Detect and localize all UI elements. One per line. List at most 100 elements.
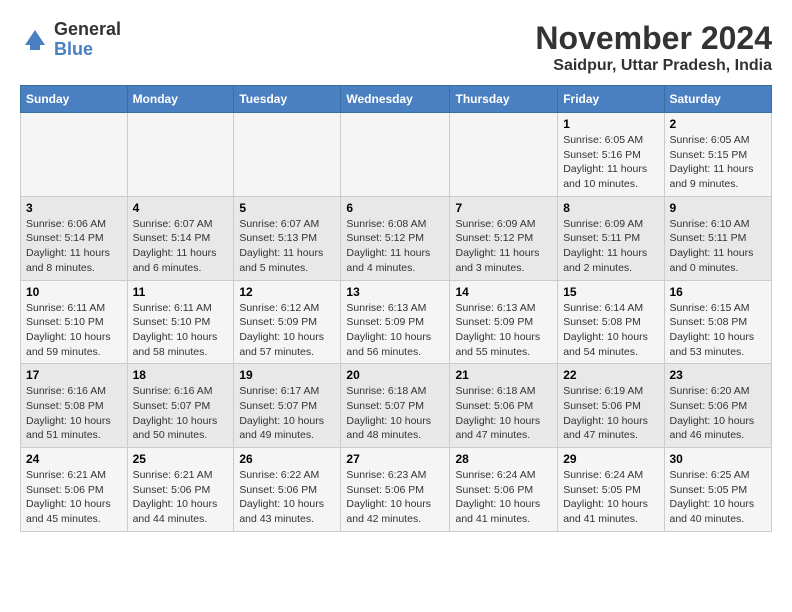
day-info: Sunrise: 6:24 AMSunset: 5:05 PMDaylight:…	[563, 468, 658, 527]
day-info: Sunrise: 6:12 AMSunset: 5:09 PMDaylight:…	[239, 301, 335, 360]
col-sunday: Sunday	[21, 86, 128, 113]
month-title: November 2024	[535, 20, 772, 57]
calendar-week-2: 3 Sunrise: 6:06 AMSunset: 5:14 PMDaylight…	[21, 196, 772, 280]
day-info: Sunrise: 6:24 AMSunset: 5:06 PMDaylight:…	[455, 468, 552, 527]
calendar-week-1: 1 Sunrise: 6:05 AMSunset: 5:16 PMDaylight…	[21, 113, 772, 197]
day-info: Sunrise: 6:09 AMSunset: 5:11 PMDaylight:…	[563, 217, 658, 276]
day-info: Sunrise: 6:07 AMSunset: 5:13 PMDaylight:…	[239, 217, 335, 276]
calendar-cell: 1 Sunrise: 6:05 AMSunset: 5:16 PMDaylight…	[558, 113, 664, 197]
calendar-cell: 22 Sunrise: 6:19 AMSunset: 5:06 PMDayligh…	[558, 364, 664, 448]
calendar-header-row: Sunday Monday Tuesday Wednesday Thursday…	[21, 86, 772, 113]
logo-blue: Blue	[54, 40, 121, 60]
day-number: 2	[670, 117, 767, 131]
day-number: 26	[239, 452, 335, 466]
col-tuesday: Tuesday	[234, 86, 341, 113]
calendar-cell: 15 Sunrise: 6:14 AMSunset: 5:08 PMDayligh…	[558, 280, 664, 364]
day-info: Sunrise: 6:09 AMSunset: 5:12 PMDaylight:…	[455, 217, 552, 276]
day-number: 12	[239, 285, 335, 299]
calendar-cell: 20 Sunrise: 6:18 AMSunset: 5:07 PMDayligh…	[341, 364, 450, 448]
day-number: 17	[26, 368, 122, 382]
page-header: General Blue November 2024 Saidpur, Utta…	[20, 20, 772, 75]
day-info: Sunrise: 6:15 AMSunset: 5:08 PMDaylight:…	[670, 301, 767, 360]
calendar-cell: 14 Sunrise: 6:13 AMSunset: 5:09 PMDayligh…	[450, 280, 558, 364]
day-number: 9	[670, 201, 767, 215]
day-info: Sunrise: 6:19 AMSunset: 5:06 PMDaylight:…	[563, 384, 658, 443]
day-number: 4	[133, 201, 229, 215]
day-number: 20	[346, 368, 444, 382]
day-info: Sunrise: 6:16 AMSunset: 5:07 PMDaylight:…	[133, 384, 229, 443]
logo: General Blue	[20, 20, 121, 60]
day-info: Sunrise: 6:16 AMSunset: 5:08 PMDaylight:…	[26, 384, 122, 443]
day-info: Sunrise: 6:20 AMSunset: 5:06 PMDaylight:…	[670, 384, 767, 443]
day-info: Sunrise: 6:06 AMSunset: 5:14 PMDaylight:…	[26, 217, 122, 276]
day-number: 23	[670, 368, 767, 382]
calendar-cell: 18 Sunrise: 6:16 AMSunset: 5:07 PMDayligh…	[127, 364, 234, 448]
calendar-cell: 5Sunrise: 6:07 AMSunset: 5:13 PMDaylight…	[234, 196, 341, 280]
day-number: 7	[455, 201, 552, 215]
calendar-cell: 2 Sunrise: 6:05 AMSunset: 5:15 PMDaylight…	[664, 113, 772, 197]
day-info: Sunrise: 6:25 AMSunset: 5:05 PMDaylight:…	[670, 468, 767, 527]
day-info: Sunrise: 6:14 AMSunset: 5:08 PMDaylight:…	[563, 301, 658, 360]
day-number: 24	[26, 452, 122, 466]
col-friday: Friday	[558, 86, 664, 113]
day-number: 8	[563, 201, 658, 215]
day-info: Sunrise: 6:18 AMSunset: 5:06 PMDaylight:…	[455, 384, 552, 443]
calendar-cell: 10 Sunrise: 6:11 AMSunset: 5:10 PMDayligh…	[21, 280, 128, 364]
col-wednesday: Wednesday	[341, 86, 450, 113]
day-info: Sunrise: 6:10 AMSunset: 5:11 PMDaylight:…	[670, 217, 767, 276]
calendar-cell: 12 Sunrise: 6:12 AMSunset: 5:09 PMDayligh…	[234, 280, 341, 364]
calendar-cell: 30Sunrise: 6:25 AMSunset: 5:05 PMDayligh…	[664, 448, 772, 532]
calendar-week-5: 24 Sunrise: 6:21 AMSunset: 5:06 PMDayligh…	[21, 448, 772, 532]
calendar-cell	[450, 113, 558, 197]
day-number: 15	[563, 285, 658, 299]
day-info: Sunrise: 6:21 AMSunset: 5:06 PMDaylight:…	[133, 468, 229, 527]
day-info: Sunrise: 6:11 AMSunset: 5:10 PMDaylight:…	[26, 301, 122, 360]
calendar-cell: 9 Sunrise: 6:10 AMSunset: 5:11 PMDaylight…	[664, 196, 772, 280]
day-number: 13	[346, 285, 444, 299]
calendar-table: Sunday Monday Tuesday Wednesday Thursday…	[20, 85, 772, 532]
calendar-cell: 6Sunrise: 6:08 AMSunset: 5:12 PMDaylight…	[341, 196, 450, 280]
day-number: 29	[563, 452, 658, 466]
calendar-cell: 7 Sunrise: 6:09 AMSunset: 5:12 PMDaylight…	[450, 196, 558, 280]
day-number: 22	[563, 368, 658, 382]
logo-icon	[20, 25, 50, 55]
logo-general: General	[54, 20, 121, 40]
day-number: 19	[239, 368, 335, 382]
calendar-cell: 3 Sunrise: 6:06 AMSunset: 5:14 PMDaylight…	[21, 196, 128, 280]
day-number: 27	[346, 452, 444, 466]
day-info: Sunrise: 6:18 AMSunset: 5:07 PMDaylight:…	[346, 384, 444, 443]
day-info: Sunrise: 6:05 AMSunset: 5:16 PMDaylight:…	[563, 133, 658, 192]
day-number: 11	[133, 285, 229, 299]
location-title: Saidpur, Uttar Pradesh, India	[535, 57, 772, 75]
calendar-cell: 27 Sunrise: 6:23 AMSunset: 5:06 PMDayligh…	[341, 448, 450, 532]
calendar-cell	[341, 113, 450, 197]
calendar-cell: 28Sunrise: 6:24 AMSunset: 5:06 PMDayligh…	[450, 448, 558, 532]
day-number: 3	[26, 201, 122, 215]
calendar-cell: 24Sunrise: 6:21 AMSunset: 5:06 PMDayligh…	[21, 448, 128, 532]
day-number: 18	[133, 368, 229, 382]
day-info: Sunrise: 6:23 AMSunset: 5:06 PMDaylight:…	[346, 468, 444, 527]
day-number: 1	[563, 117, 658, 131]
day-number: 10	[26, 285, 122, 299]
day-number: 16	[670, 285, 767, 299]
calendar-cell: 21Sunrise: 6:18 AMSunset: 5:06 PMDayligh…	[450, 364, 558, 448]
col-thursday: Thursday	[450, 86, 558, 113]
calendar-cell	[234, 113, 341, 197]
calendar-cell	[127, 113, 234, 197]
day-info: Sunrise: 6:13 AMSunset: 5:09 PMDaylight:…	[455, 301, 552, 360]
calendar-cell: 4 Sunrise: 6:07 AMSunset: 5:14 PMDaylight…	[127, 196, 234, 280]
calendar-cell: 11Sunrise: 6:11 AMSunset: 5:10 PMDayligh…	[127, 280, 234, 364]
title-area: November 2024 Saidpur, Uttar Pradesh, In…	[535, 20, 772, 75]
calendar-cell: 19Sunrise: 6:17 AMSunset: 5:07 PMDayligh…	[234, 364, 341, 448]
day-number: 25	[133, 452, 229, 466]
day-number: 14	[455, 285, 552, 299]
calendar-cell: 8 Sunrise: 6:09 AMSunset: 5:11 PMDaylight…	[558, 196, 664, 280]
calendar-cell: 13Sunrise: 6:13 AMSunset: 5:09 PMDayligh…	[341, 280, 450, 364]
day-info: Sunrise: 6:07 AMSunset: 5:14 PMDaylight:…	[133, 217, 229, 276]
calendar-cell: 29 Sunrise: 6:24 AMSunset: 5:05 PMDayligh…	[558, 448, 664, 532]
day-info: Sunrise: 6:22 AMSunset: 5:06 PMDaylight:…	[239, 468, 335, 527]
calendar-cell	[21, 113, 128, 197]
day-info: Sunrise: 6:05 AMSunset: 5:15 PMDaylight:…	[670, 133, 767, 192]
calendar-cell: 23 Sunrise: 6:20 AMSunset: 5:06 PMDayligh…	[664, 364, 772, 448]
calendar-week-3: 10 Sunrise: 6:11 AMSunset: 5:10 PMDayligh…	[21, 280, 772, 364]
